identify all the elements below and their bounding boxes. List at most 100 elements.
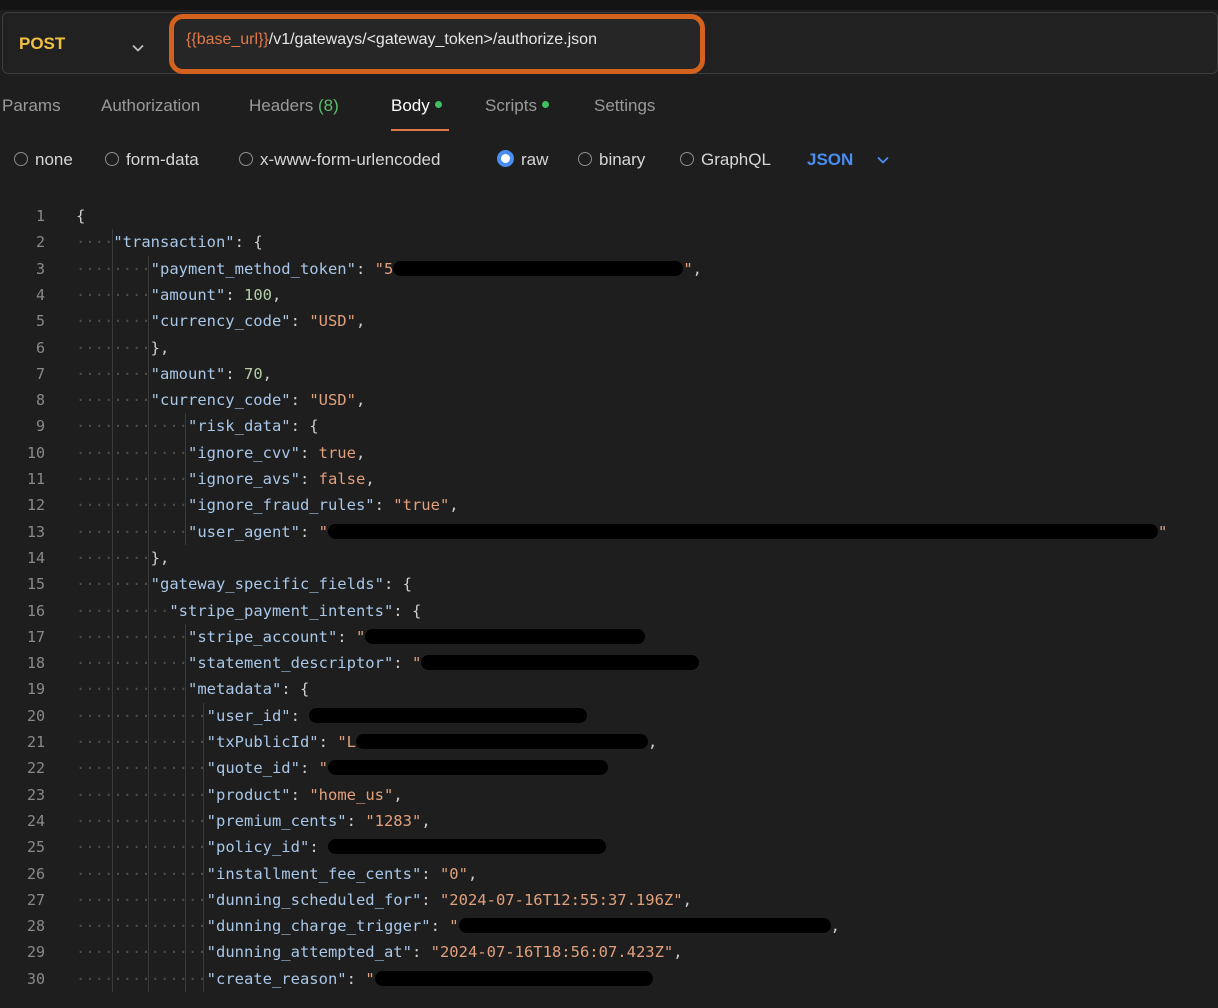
redacted-value <box>328 760 608 776</box>
code-text: ··············"premium_cents": "1283", <box>76 808 431 834</box>
tab-params[interactable]: Params <box>2 96 61 116</box>
line-number: 29 <box>26 943 45 962</box>
radio-icon <box>680 151 694 166</box>
code-token: "2024-07-16T18:56:07.423Z" <box>430 943 674 962</box>
code-text: ··············"installment_fee_cents": "… <box>76 861 477 887</box>
redacted-value <box>327 523 1158 539</box>
line-number: 8 <box>35 391 45 410</box>
code-token: "amount" <box>150 364 226 383</box>
code-token: "amount" <box>150 285 226 304</box>
code-token: , <box>421 811 431 830</box>
code-token: " <box>365 969 375 988</box>
code-line: 29 ··············"dunning_attempted_at": … <box>0 939 1218 965</box>
code-text: ··············"product": "home_us", <box>76 782 403 808</box>
code-token: "quote_id" <box>206 759 300 778</box>
tab-label: Body <box>391 96 430 115</box>
code-token: , <box>467 864 478 883</box>
whitespace-dots: ············ <box>76 470 188 488</box>
body-option-graphql[interactable]: GraphQL <box>680 150 771 170</box>
body-option-raw[interactable]: raw <box>497 150 548 170</box>
code-token: "txPublicId" <box>206 733 319 751</box>
code-token: "1283" <box>365 811 422 830</box>
whitespace-dots: ········ <box>76 364 151 383</box>
code-line: 23 ··············"product": "home_us", <box>0 782 1218 808</box>
whitespace-dots: ········ <box>76 548 151 567</box>
code-token: , <box>271 285 282 304</box>
code-text: ··············"dunning_attempted_at": "2… <box>76 939 683 965</box>
code-token: , <box>393 785 403 804</box>
code-token: "0" <box>439 864 468 883</box>
code-token: : <box>290 785 310 804</box>
tab-body[interactable]: Body <box>391 96 442 116</box>
code-line: 10 ············"ignore_cvv": true, <box>0 440 1218 466</box>
whitespace-dots: ············ <box>76 522 188 541</box>
code-text: ········"currency_code": "USD", <box>76 387 365 413</box>
whitespace-dots: ·············· <box>76 759 207 778</box>
chevron-down-icon[interactable] <box>876 154 890 166</box>
code-token: , <box>647 733 658 751</box>
code-text: ········"amount": 100, <box>76 282 281 308</box>
option-label: none <box>35 150 73 169</box>
code-token: "stripe_payment_intents" <box>169 601 394 620</box>
code-token: : { <box>393 601 422 620</box>
code-token: , <box>682 890 692 909</box>
line-number: 12 <box>26 496 45 515</box>
body-option-urlencoded[interactable]: x-www-form-urlencoded <box>239 150 440 170</box>
whitespace-dots: ············ <box>76 417 188 436</box>
body-option-none[interactable]: none <box>14 150 73 170</box>
tab-settings[interactable]: Settings <box>594 96 655 116</box>
option-label: GraphQL <box>701 150 771 169</box>
code-text: ············"ignore_avs": false, <box>76 466 375 492</box>
code-token: : <box>337 627 356 646</box>
code-text: ········}, <box>76 545 169 571</box>
tab-label: Settings <box>594 96 656 115</box>
code-token: : <box>318 733 338 751</box>
code-token: "currency_code" <box>150 312 291 331</box>
whitespace-dots: ·············· <box>76 864 207 883</box>
body-option-form-data[interactable]: form-data <box>105 150 199 170</box>
line-number: 21 <box>26 733 45 751</box>
url-input[interactable]: {{base_url}}/v1/gateways/<gateway_token>… <box>186 31 597 49</box>
line-number: 26 <box>26 864 45 883</box>
line-number: 6 <box>35 338 45 357</box>
method-select[interactable]: POST <box>19 34 65 54</box>
body-option-binary[interactable]: binary <box>578 150 645 170</box>
tab-authorization[interactable]: Authorization <box>101 96 200 116</box>
code-text: ··············"txPublicId": "L, <box>76 729 657 755</box>
code-token: , <box>262 364 272 383</box>
code-editor[interactable]: 1{2 ····"transaction": {3 ········"payment… <box>0 203 1218 1008</box>
code-line: 1{ <box>0 203 1218 229</box>
chevron-down-icon[interactable] <box>131 41 145 55</box>
line-number: 19 <box>26 680 45 699</box>
code-token: , <box>365 470 375 488</box>
code-token: "user_agent" <box>187 522 300 541</box>
code-token: , <box>355 312 366 331</box>
body-format-select[interactable]: JSON <box>807 150 853 170</box>
line-number: 5 <box>35 312 45 331</box>
code-token: "home_us" <box>309 785 394 804</box>
code-line: 17 ············"stripe_account": " <box>0 624 1218 650</box>
option-label: x-www-form-urlencoded <box>260 150 441 169</box>
code-text: ············"metadata": { <box>76 676 309 702</box>
code-token: "create_reason" <box>206 969 347 988</box>
indent-guide <box>184 413 186 545</box>
tab-scripts[interactable]: Scripts <box>485 96 549 116</box>
whitespace-dots: ·············· <box>76 917 207 936</box>
code-token: "gateway_specific_fields" <box>150 575 384 594</box>
line-number: 22 <box>26 759 45 778</box>
whitespace-dots: ···· <box>76 233 114 252</box>
code-token: : <box>346 811 366 830</box>
code-token: : { <box>281 680 310 699</box>
line-number: 24 <box>26 811 45 830</box>
radio-icon <box>239 151 253 166</box>
code-text: ············"statement_descriptor": " <box>76 650 700 676</box>
code-token: 100 <box>243 285 272 304</box>
code-text: { <box>76 203 85 229</box>
whitespace-dots: ············ <box>76 496 188 515</box>
code-token: : <box>225 285 244 304</box>
code-token: { <box>76 207 86 225</box>
line-number: 11 <box>26 470 45 488</box>
tab-headers[interactable]: Headers (8) <box>249 96 339 116</box>
line-number: 7 <box>35 364 45 383</box>
code-token: "5 <box>374 259 394 278</box>
